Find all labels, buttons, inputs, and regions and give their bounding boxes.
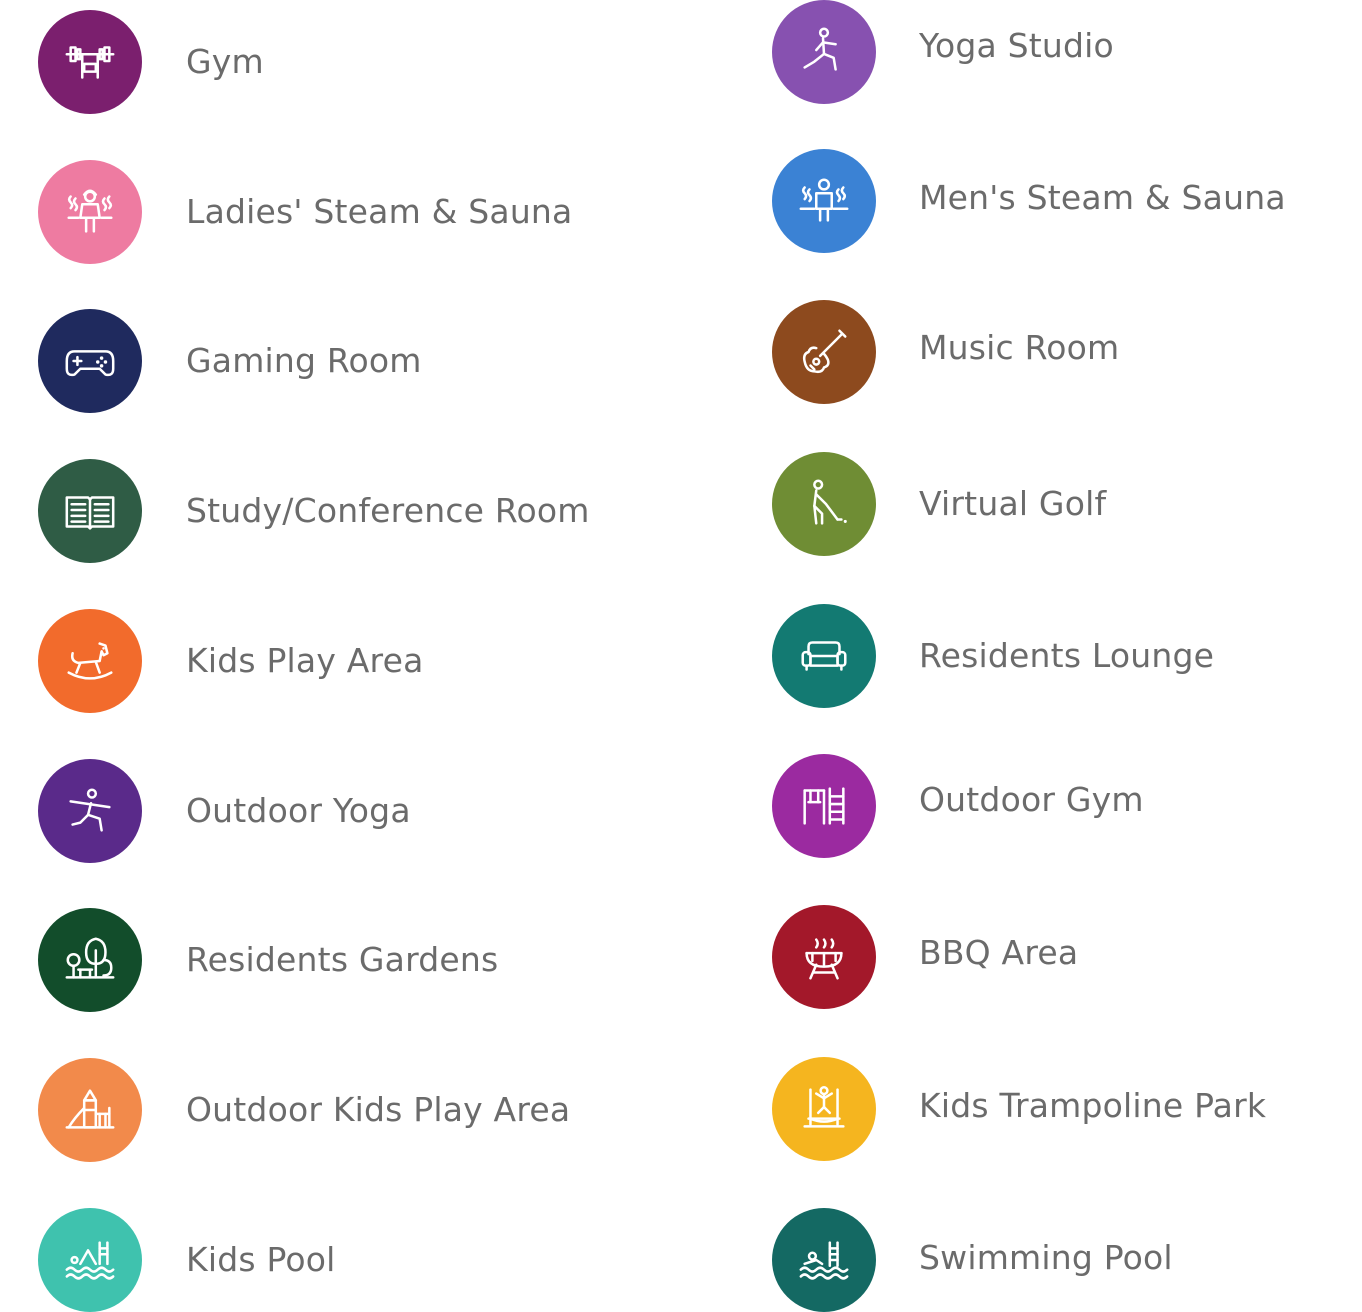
amenity-label: Music Room bbox=[919, 328, 1120, 367]
yoga-pose-icon bbox=[38, 759, 142, 863]
amenity-label: Kids Trampoline Park bbox=[919, 1086, 1267, 1125]
amenity-label: Residents Lounge bbox=[919, 636, 1215, 675]
amenity-label: Kids Pool bbox=[186, 1240, 336, 1279]
bbq-grill-icon bbox=[772, 905, 876, 1009]
amenity-list: Gym Ladies' Steam & Sauna Gaming Room St… bbox=[0, 0, 1362, 1312]
amenity-label: Kids Play Area bbox=[186, 641, 424, 680]
amenity-label: Virtual Golf bbox=[919, 484, 1107, 523]
open-book-icon bbox=[38, 459, 142, 563]
golfer-icon bbox=[772, 452, 876, 556]
yoga-lunge-icon bbox=[772, 0, 876, 104]
amenity-label: Outdoor Gym bbox=[919, 780, 1144, 819]
barbell-bench-icon bbox=[38, 10, 142, 114]
amenity-label: Residents Gardens bbox=[186, 940, 499, 979]
amenity-label: Yoga Studio bbox=[919, 26, 1114, 65]
swimming-pool-icon bbox=[772, 1208, 876, 1312]
amenity-label: Outdoor Yoga bbox=[186, 791, 411, 830]
game-controller-icon bbox=[38, 309, 142, 413]
trampoline-icon bbox=[772, 1057, 876, 1161]
amenity-label: BBQ Area bbox=[919, 933, 1079, 972]
amenity-label: Ladies' Steam & Sauna bbox=[186, 192, 573, 231]
man-sauna-icon bbox=[772, 149, 876, 253]
sofa-icon bbox=[772, 604, 876, 708]
tree-bench-icon bbox=[38, 908, 142, 1012]
kids-pool-icon bbox=[38, 1208, 142, 1312]
playground-slide-icon bbox=[38, 1058, 142, 1162]
amenity-label: Outdoor Kids Play Area bbox=[186, 1090, 571, 1129]
amenity-label: Gym bbox=[186, 42, 264, 81]
amenity-label: Men's Steam & Sauna bbox=[919, 178, 1286, 217]
amenity-label: Study/Conference Room bbox=[186, 491, 590, 530]
guitar-icon bbox=[772, 300, 876, 404]
gym-frame-icon bbox=[772, 754, 876, 858]
amenity-label: Swimming Pool bbox=[919, 1238, 1173, 1277]
rocking-horse-icon bbox=[38, 609, 142, 713]
woman-sauna-icon bbox=[38, 160, 142, 264]
amenity-label: Gaming Room bbox=[186, 341, 422, 380]
